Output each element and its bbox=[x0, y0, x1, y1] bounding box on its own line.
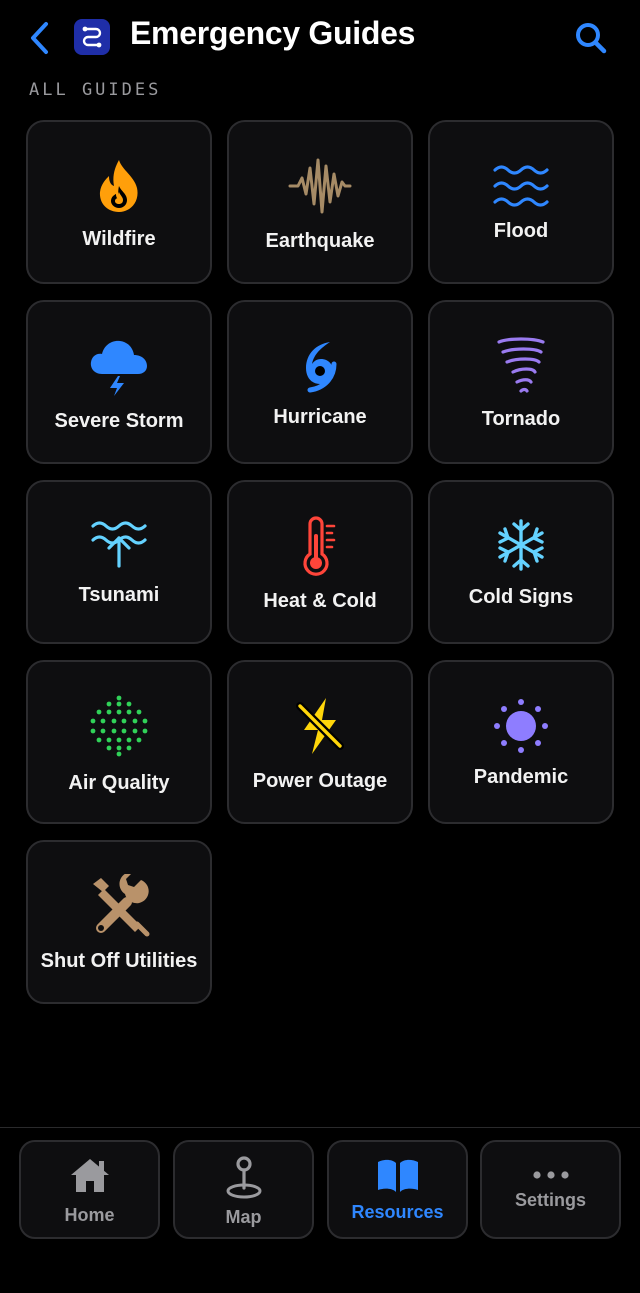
hurricane-icon bbox=[306, 342, 337, 393]
tab-settings[interactable]: Settings bbox=[480, 1140, 621, 1239]
guide-label: Heat & Cold bbox=[263, 590, 377, 612]
guide-tile-wildfire[interactable]: Wildfire bbox=[26, 120, 212, 284]
guide-label: Flood bbox=[493, 220, 549, 242]
tsunami-icon bbox=[91, 521, 147, 568]
tab-resources[interactable]: Resources bbox=[327, 1140, 468, 1239]
cloud-bolt-icon bbox=[90, 340, 147, 396]
guide-tile-pandemic[interactable]: Pandemic bbox=[428, 660, 614, 824]
ellipsis-icon bbox=[532, 1171, 569, 1179]
tornado-icon bbox=[497, 337, 545, 393]
search-icon bbox=[576, 23, 607, 54]
app-logo bbox=[74, 19, 110, 55]
guide-label: Tsunami bbox=[78, 584, 160, 606]
guide-tile-shut-off-utilities[interactable]: Shut Off Utilities bbox=[26, 840, 212, 1004]
emergency-guides-screen: Emergency Guides ALL GUIDES Wildfire Ear… bbox=[0, 0, 640, 1293]
tab-home[interactable]: Home bbox=[19, 1140, 160, 1239]
tab-map[interactable]: Map bbox=[173, 1140, 314, 1239]
guide-tile-hurricane[interactable]: Hurricane bbox=[227, 300, 413, 464]
tab-label: Home bbox=[64, 1205, 115, 1225]
virus-icon bbox=[494, 699, 548, 753]
guide-label: Pandemic bbox=[473, 766, 569, 788]
search-button[interactable] bbox=[570, 18, 612, 58]
tab-label: Resources bbox=[351, 1202, 444, 1222]
guide-label: Hurricane bbox=[273, 406, 367, 428]
guide-tile-power-outage[interactable]: Power Outage bbox=[227, 660, 413, 824]
map-pin-icon bbox=[226, 1156, 261, 1199]
wrench-screwdriver-icon bbox=[93, 874, 150, 937]
guide-tile-tsunami[interactable]: Tsunami bbox=[26, 480, 212, 644]
guide-tile-heat-cold[interactable]: Heat & Cold bbox=[227, 480, 413, 644]
guide-tile-air-quality[interactable]: Air Quality bbox=[26, 660, 212, 824]
guide-tile-flood[interactable]: Flood bbox=[428, 120, 614, 284]
flame-icon bbox=[99, 160, 138, 212]
seismic-wave-icon bbox=[288, 158, 352, 214]
tab-label: Settings bbox=[514, 1190, 586, 1210]
back-button[interactable] bbox=[22, 18, 58, 58]
guide-label: Tornado bbox=[481, 408, 561, 430]
section-label: ALL GUIDES bbox=[29, 80, 162, 100]
page-title: Emergency Guides bbox=[130, 15, 416, 51]
dots-circle-icon bbox=[90, 695, 148, 757]
tab-label: Map bbox=[225, 1207, 262, 1227]
thermometer-icon bbox=[303, 516, 336, 576]
bolt-slash-icon bbox=[296, 698, 344, 754]
guide-tile-earthquake[interactable]: Earthquake bbox=[227, 120, 413, 284]
guide-tile-cold-signs[interactable]: Cold Signs bbox=[428, 480, 614, 644]
book-icon bbox=[377, 1159, 418, 1192]
snowflake-icon bbox=[498, 519, 544, 571]
guide-label: Power Outage bbox=[252, 770, 388, 792]
tab-bar-divider bbox=[0, 1127, 640, 1128]
guide-tile-tornado[interactable]: Tornado bbox=[428, 300, 614, 464]
water-waves-icon bbox=[493, 165, 549, 207]
header: Emergency Guides bbox=[0, 0, 640, 76]
guide-tile-severe-storm[interactable]: Severe Storm bbox=[26, 300, 212, 464]
guide-label: Wildfire bbox=[82, 228, 156, 250]
chevron-left-icon bbox=[31, 22, 48, 54]
guide-label: Shut Off Utilities bbox=[40, 950, 198, 972]
guide-label: Severe Storm bbox=[54, 410, 184, 432]
route-icon bbox=[82, 26, 102, 48]
house-icon bbox=[70, 1159, 109, 1192]
guide-label: Cold Signs bbox=[468, 586, 574, 608]
guide-label: Air Quality bbox=[68, 772, 170, 794]
guide-label: Earthquake bbox=[265, 230, 375, 252]
